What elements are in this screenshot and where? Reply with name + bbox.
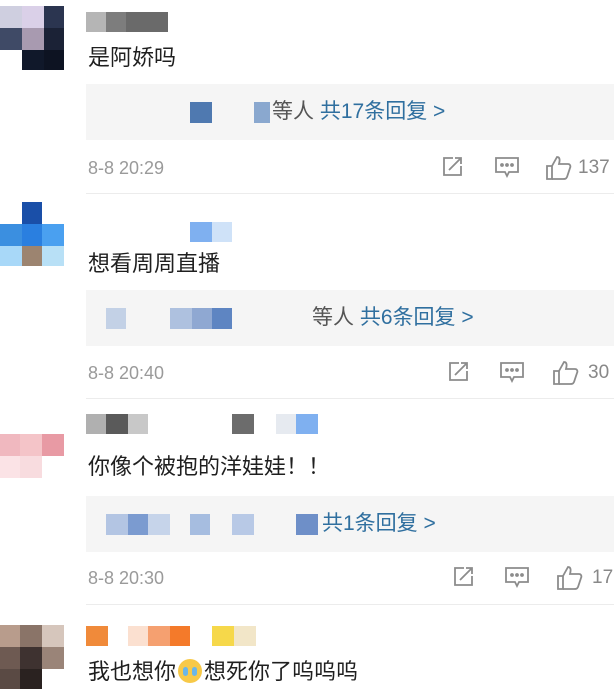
avatar[interactable] [0, 6, 64, 70]
comment-meta: 8-8 20:40 30 [86, 358, 614, 388]
avatar[interactable] [0, 202, 64, 266]
reply-summary-box[interactable]: 等人 共17条回复 > [86, 84, 614, 140]
reply-user-avatar [254, 102, 270, 123]
comment-text: 我也想你 想死你了呜呜呜 [88, 659, 359, 684]
reply-user-avatar [148, 514, 170, 535]
reply-user-avatar [106, 514, 128, 535]
like-icon[interactable] [552, 360, 580, 386]
reply-summary-box[interactable]: 等人 共6条回复 > [86, 290, 614, 346]
reply-user-avatar [212, 308, 232, 329]
reply-summary-box[interactable]: 共1条回复 > [86, 496, 614, 552]
like-icon[interactable] [556, 565, 584, 591]
reply-user-avatar [192, 308, 212, 329]
timestamp: 8-8 20:40 [88, 363, 165, 383]
view-replies-link[interactable]: 共17条回复 > [320, 100, 445, 123]
comment-text: 你像个被抱的洋娃娃！！ [88, 454, 331, 479]
like-count: 137 [578, 157, 610, 178]
comment-icon[interactable] [504, 565, 530, 591]
comment-icon[interactable] [494, 155, 520, 181]
avatar[interactable] [0, 414, 64, 478]
reply-user-avatar [170, 308, 192, 329]
like-count: 30 [588, 362, 610, 383]
reply-user-avatar [296, 514, 318, 535]
comment-text: 是阿娇吗 [88, 45, 177, 70]
view-replies-link[interactable]: 共6条回复 > [360, 306, 474, 329]
timestamp: 8-8 20:29 [88, 158, 165, 178]
reply-user-avatar [128, 514, 148, 535]
crying-face-emoji [178, 659, 203, 683]
share-icon[interactable] [440, 155, 464, 181]
like-icon[interactable] [545, 155, 573, 181]
reply-user-avatar [190, 102, 212, 123]
divider [86, 398, 614, 399]
timestamp: 8-8 20:30 [88, 568, 165, 588]
comment-meta: 8-8 20:30 17 [86, 563, 614, 593]
reply-user-avatar [232, 514, 254, 535]
share-icon[interactable] [446, 360, 470, 386]
divider [86, 193, 614, 194]
avatar[interactable] [0, 625, 64, 689]
comment-meta: 8-8 20:29 137 [86, 153, 614, 183]
view-replies-link[interactable]: 共1条回复 > [322, 512, 436, 535]
comment-icon[interactable] [499, 360, 525, 386]
divider [86, 604, 614, 605]
like-count: 17 [592, 567, 614, 588]
comment-text: 想看周周直播 [88, 251, 221, 276]
reply-users-suffix: 等人 [272, 100, 314, 123]
reply-user-avatar [190, 514, 210, 535]
reply-users-suffix: 等人 [312, 306, 354, 329]
reply-user-avatar [106, 308, 126, 329]
share-icon[interactable] [451, 565, 475, 591]
